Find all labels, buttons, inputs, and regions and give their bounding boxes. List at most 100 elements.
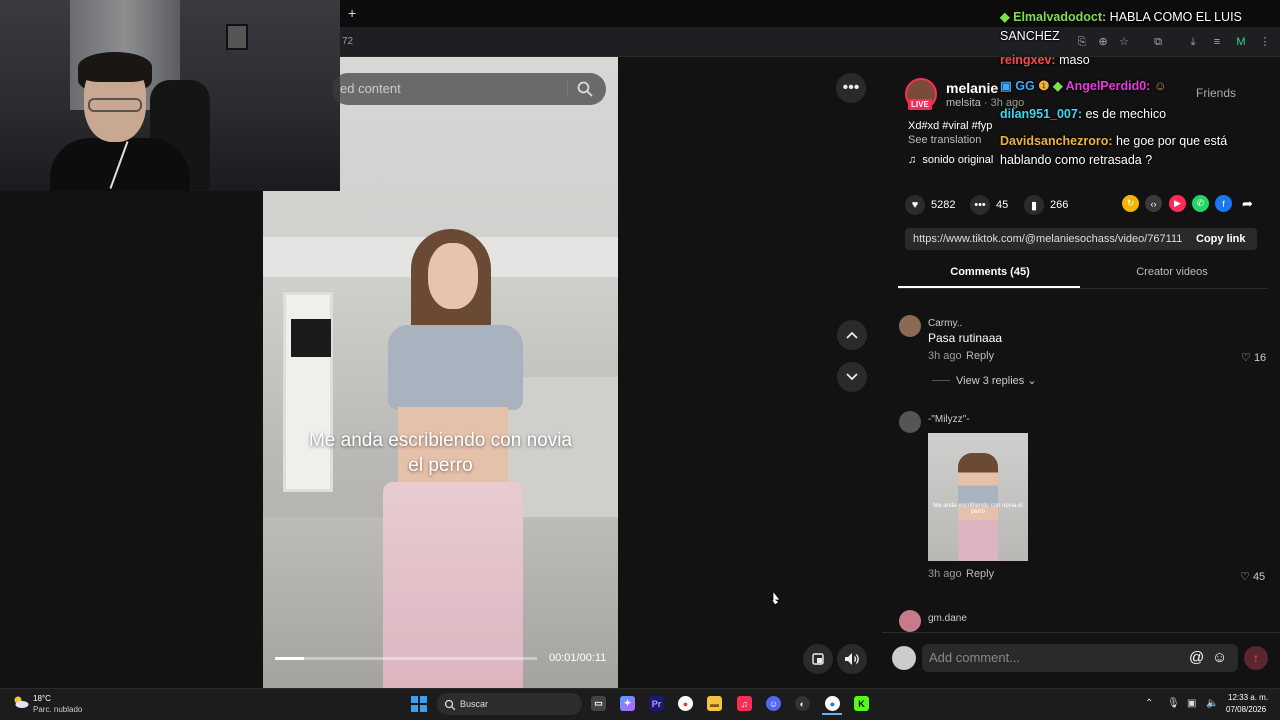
chat-message: ◆ Elmalvadodoct: HABLA COMO EL LUIS SANC… [1000,8,1262,46]
view-replies-label: View 3 replies [956,375,1025,387]
chevron-down-icon: ⌄ [1027,375,1037,387]
send-to-friends-icon[interactable]: ▶ [1169,195,1186,212]
coin-badge-icon: ❶ [1038,79,1050,93]
music-app-icon[interactable]: ♫ [737,696,752,711]
diamond-badge-icon: ◆ [1052,79,1063,93]
active-app-indicator [822,713,842,715]
chat-user: Elmalvadodoct: [1013,10,1107,24]
reply-button[interactable]: Reply [966,568,994,580]
chat-user: dilan951_007: [1000,107,1082,121]
save-button[interactable]: ▮ 266 [1024,195,1068,215]
kick-icon[interactable]: K [854,696,869,711]
like-button[interactable]: ♥ 5282 [905,195,955,215]
search-icon[interactable] [576,80,594,98]
diamond-badge-icon: ◆ [1000,10,1010,24]
thumbnail-caption: Me anda escribiendo con novia el perro [933,503,1023,515]
reply-button[interactable]: Reply [966,350,994,362]
video-time: 00:01/00:11 [549,652,607,664]
task-view-icon[interactable]: ▭ [591,696,606,711]
avatar[interactable] [899,315,921,337]
avatar[interactable] [899,610,921,632]
comment-time: 3h ago [928,568,962,580]
comment-author[interactable]: -"Milyzz"- [928,414,970,425]
comment-count: 45 [996,199,1009,211]
share-arrow-icon[interactable]: ➦ [1239,195,1256,212]
chat-text: es de mechico [1085,107,1167,121]
search-divider [567,80,568,98]
mention-icon[interactable]: @ [1189,649,1204,666]
heart-icon: ♥ [905,195,925,215]
microphone-icon[interactable]: 🎙 [1167,698,1180,709]
url-fragment[interactable]: 72 [342,36,353,47]
tray-chevron-icon[interactable]: ⌃ [1145,698,1153,709]
video-progress-fill [275,657,304,660]
premiere-icon[interactable]: Pr [649,696,664,711]
send-icon[interactable]: ↑ [1244,646,1268,670]
video-link-url: https://www.tiktok.com/@melaniesochass/v… [913,233,1183,245]
replies-line [932,380,950,381]
comment-icon: ••• [970,195,990,215]
clock-time[interactable]: 12:33 a. m. [1228,693,1268,702]
copilot-icon[interactable]: ✦ [620,696,635,711]
sound-name: sonido original [922,154,994,166]
gift-share-icon[interactable]: ↻ [1122,195,1139,212]
weather-icon[interactable] [12,695,30,709]
comment-like-button[interactable]: ♡ 45 [1240,570,1265,583]
clock-date[interactable]: 07/08/2026 [1226,705,1266,714]
view-replies-button[interactable]: View 3 replies ⌄ [956,374,1037,387]
whatsapp-icon[interactable]: ✆ [1192,195,1209,212]
comment-time: 3h ago [928,350,962,362]
tab-divider [898,288,1268,289]
author-username[interactable]: melanie [946,80,998,96]
floating-player-icon[interactable] [803,644,833,674]
heart-outline-icon: ♡ [1240,571,1250,583]
comment-input-placeholder[interactable]: Add comment... [929,650,1020,665]
comment-like-count: 45 [1252,571,1266,583]
copy-link-button[interactable]: Copy link [1196,233,1246,245]
weather-desc[interactable]: Parc. nublado [33,705,82,714]
tab-comments[interactable]: Comments (45) [900,266,1080,278]
new-tab-button[interactable]: + [348,5,356,21]
comment-text: Pasa rutinaaa [928,331,1003,345]
chrome-icon[interactable]: ● [678,696,693,711]
friends-button[interactable]: Friends [1196,86,1236,100]
comment-video-thumbnail[interactable]: Me anda escribiendo con novia el perro [928,433,1028,561]
chrome-active-icon[interactable]: ● [825,696,840,711]
more-dots-icon[interactable]: ••• [836,73,866,103]
comment-like-button[interactable]: ♡ 16 [1241,351,1266,364]
see-translation-link[interactable]: See translation [908,134,981,146]
sound-link[interactable]: ♫ sonido original [908,154,993,166]
network-icon[interactable]: ▣ [1187,698,1196,709]
windows-start-icon[interactable] [411,696,427,712]
emote-icon: ☺ [1153,79,1167,93]
taskbar-search[interactable] [437,693,582,715]
like-count: 5282 [931,199,956,211]
video-progress-track[interactable] [275,657,537,660]
music-note-icon: ♫ [908,154,917,166]
comment-button[interactable]: ••• 45 [970,195,1008,215]
obs-icon[interactable]: ◐ [795,696,810,711]
webcam-overlay [0,0,340,191]
tab-creator-videos[interactable]: Creator videos [1082,266,1262,278]
embed-icon[interactable]: ‹› [1145,195,1162,212]
file-explorer-icon[interactable]: ▬ [707,696,722,711]
volume-icon[interactable] [837,644,867,674]
avatar[interactable] [899,411,921,433]
post-description: Xd#xd #viral #fyp [908,120,993,132]
chat-user: Davidsanchezroro: [1000,134,1113,148]
search-input[interactable]: ed content [340,81,401,96]
speaker-icon[interactable]: 🔈 [1206,698,1218,709]
discord-icon[interactable]: ☺ [766,696,781,711]
chevron-up-icon[interactable] [837,320,867,350]
taskbar-search-label[interactable]: Buscar [460,699,488,709]
facebook-icon[interactable]: f [1215,195,1232,212]
chevron-down-icon[interactable] [837,362,867,392]
video-caption: Me anda escribiendo con novia el perro [308,430,572,476]
weather-temp[interactable]: 18°C [33,694,51,703]
comment-author[interactable]: gm.dane [928,613,967,624]
taskbar [0,688,1280,720]
chat-user: reingxev: [1000,53,1056,67]
emoji-icon[interactable]: ☺ [1212,649,1227,666]
comment-author[interactable]: Carmy.. [928,318,962,329]
chat-message: dilan951_007: es de mechico [1000,107,1166,121]
